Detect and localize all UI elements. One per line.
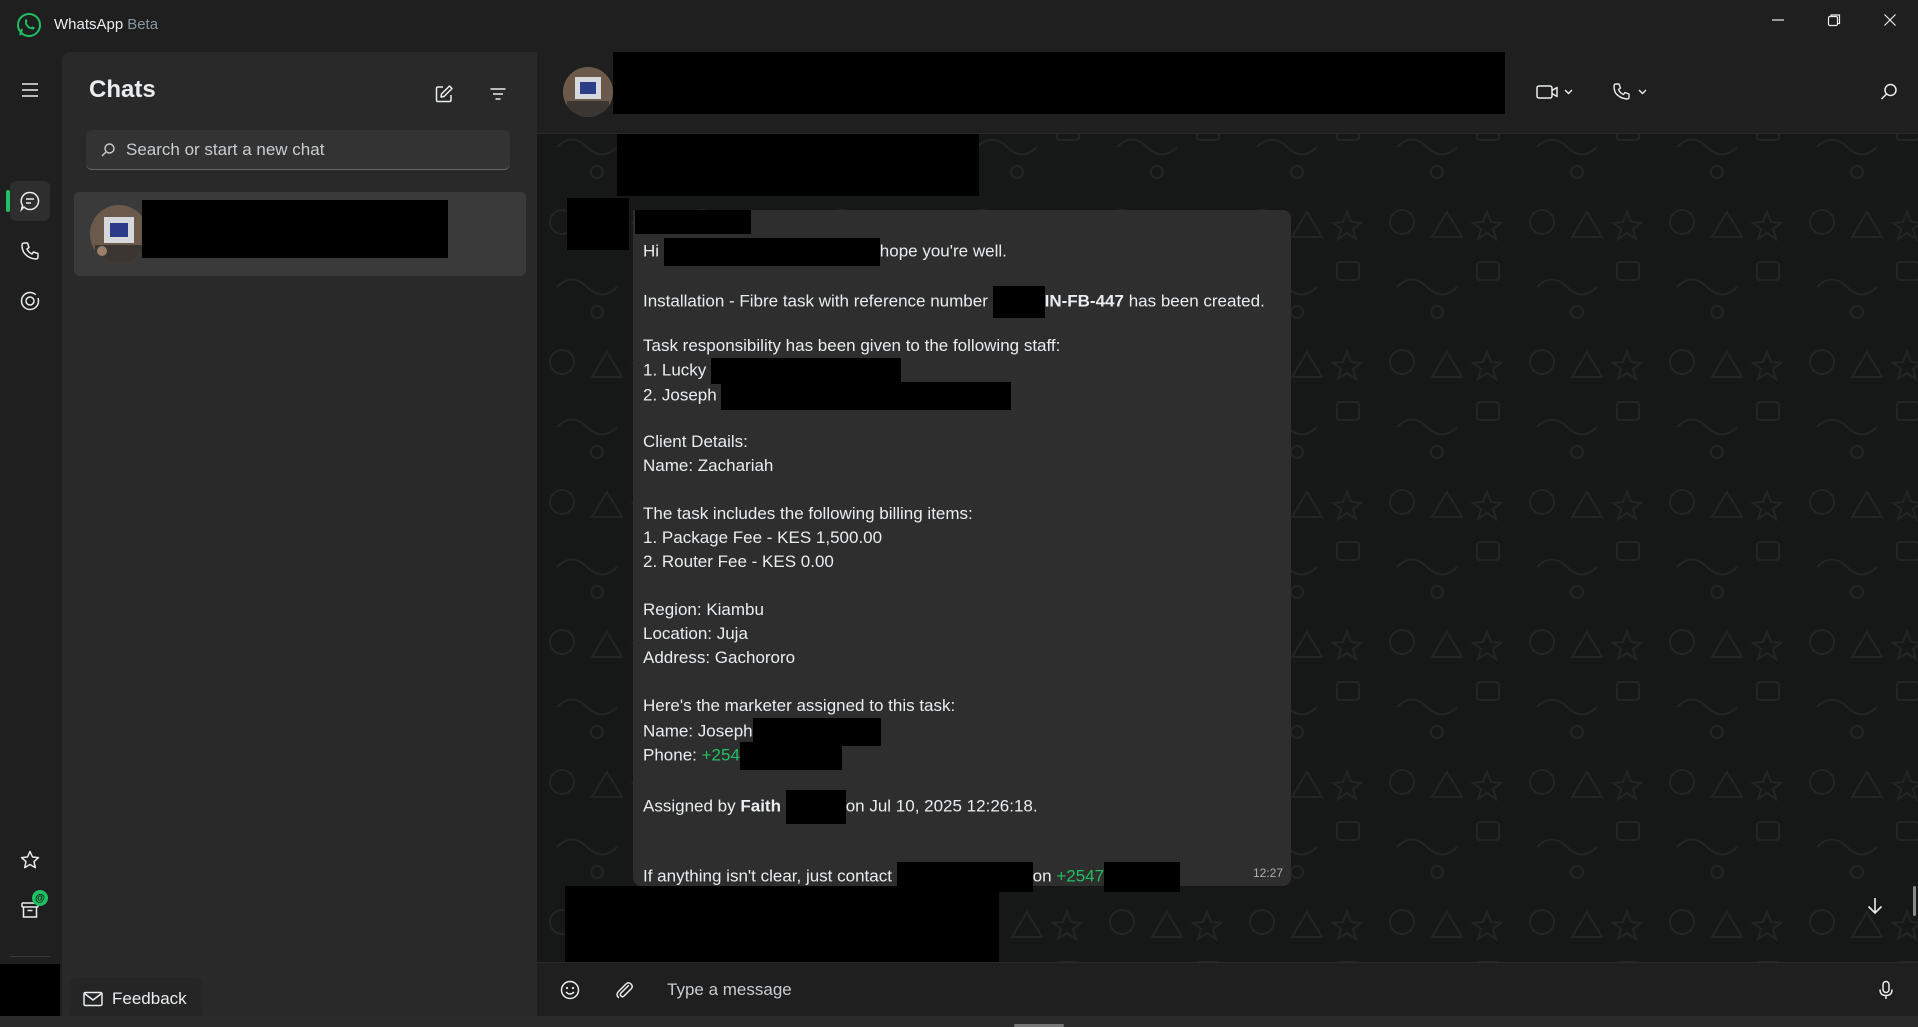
close-window-button[interactable]	[1862, 0, 1918, 40]
message-text: Hi hope you're well. Installation - Fibr…	[643, 238, 1283, 892]
menu-button[interactable]	[10, 70, 50, 110]
starred-icon	[20, 850, 40, 869]
status-icon	[20, 291, 40, 311]
app-title: WhatsApp Beta	[54, 16, 158, 33]
message-input[interactable]	[667, 973, 1817, 1007]
rail-item-archived[interactable]: @	[10, 890, 50, 930]
emoji-icon	[560, 980, 580, 1000]
new-chat-button[interactable]	[426, 76, 462, 112]
emoji-button[interactable]	[551, 971, 589, 1009]
app-beta-tag: Beta	[127, 16, 159, 33]
rail-divider	[10, 956, 50, 957]
redacted-assigner	[785, 790, 846, 824]
app-name: WhatsApp	[54, 16, 124, 33]
search-messages-button[interactable]	[1869, 72, 1909, 112]
whatsapp-logo-icon	[17, 13, 41, 37]
chat-list-panel: Chats Feedback	[62, 52, 536, 1020]
message-timestamp: 12:27	[1252, 866, 1283, 880]
redacted-next-message	[565, 886, 999, 962]
redacted-staff-2	[721, 382, 1012, 410]
redacted-contact-phone	[1104, 862, 1181, 892]
chat-avatar	[90, 205, 148, 263]
mention-badge: @	[32, 890, 48, 906]
message-composer	[537, 962, 1918, 1016]
conversation-header[interactable]	[537, 52, 1918, 134]
rail-item-starred[interactable]	[10, 840, 50, 880]
chats-icon	[20, 191, 40, 212]
marketer-phone-link[interactable]: +254	[702, 745, 740, 764]
redacted-sender-avatar	[567, 198, 629, 250]
redacted-chat-name	[142, 200, 448, 258]
message-scrollbar[interactable]	[1913, 886, 1916, 916]
search-input[interactable]	[126, 139, 486, 160]
voice-message-button[interactable]	[1867, 971, 1905, 1009]
video-call-button[interactable]	[1521, 72, 1589, 112]
microphone-icon	[1879, 980, 1893, 999]
navigation-rail: @	[0, 50, 60, 1027]
assigned-by-name: Faith	[740, 796, 781, 816]
redacted-ref-prefix	[992, 286, 1045, 318]
redacted-header-extra	[617, 134, 979, 196]
menu-icon	[22, 83, 38, 97]
redacted-sender-name	[635, 210, 751, 234]
voice-call-button[interactable]	[1597, 72, 1665, 112]
redacted-contact-name	[613, 52, 1505, 114]
message-bubble[interactable]: Hi hope you're well. Installation - Fibr…	[633, 210, 1291, 892]
minimize-button[interactable]	[1750, 0, 1806, 40]
redacted-staff-1	[711, 358, 902, 384]
video-call-icon	[1536, 85, 1573, 99]
mail-icon	[83, 991, 103, 1007]
feedback-button[interactable]: Feedback	[70, 978, 202, 1020]
contact-phone-link[interactable]: +2547	[1056, 866, 1104, 885]
arrow-down-icon	[1867, 898, 1883, 915]
chat-list-item[interactable]	[74, 192, 526, 276]
new-chat-icon	[435, 85, 453, 103]
redacted-profile	[0, 964, 60, 1016]
rail-item-calls[interactable]	[10, 231, 50, 271]
scroll-to-bottom-button[interactable]	[1857, 888, 1893, 924]
minimize-icon	[1772, 19, 1784, 21]
search-icon	[101, 142, 115, 156]
attach-button[interactable]	[605, 971, 643, 1009]
paperclip-icon	[616, 982, 633, 999]
search-icon	[1880, 83, 1897, 100]
close-icon	[1884, 14, 1896, 26]
redacted-marketer-phone	[739, 742, 842, 770]
contact-avatar-image	[563, 67, 613, 117]
reference-number: IN-FB-447	[1044, 291, 1124, 311]
restore-icon	[1827, 14, 1841, 27]
chats-heading: Chats	[89, 76, 156, 103]
search-box[interactable]	[86, 130, 510, 170]
avatar-image	[90, 205, 148, 263]
calls-icon	[21, 242, 39, 260]
voice-call-icon	[1613, 83, 1647, 100]
filter-icon	[490, 88, 506, 100]
contact-avatar[interactable]	[563, 67, 613, 117]
rail-item-status[interactable]	[10, 281, 50, 321]
restore-button[interactable]	[1806, 0, 1862, 40]
redacted-recipient	[663, 238, 880, 266]
filter-chats-button[interactable]	[480, 76, 516, 112]
rail-item-chats[interactable]	[10, 181, 50, 221]
conversation-panel: Hi hope you're well. Installation - Fibr…	[536, 52, 1918, 1016]
window-bottom-edge	[0, 1016, 1918, 1027]
feedback-label: Feedback	[112, 989, 187, 1008]
title-bar: WhatsApp Beta	[0, 0, 1918, 50]
